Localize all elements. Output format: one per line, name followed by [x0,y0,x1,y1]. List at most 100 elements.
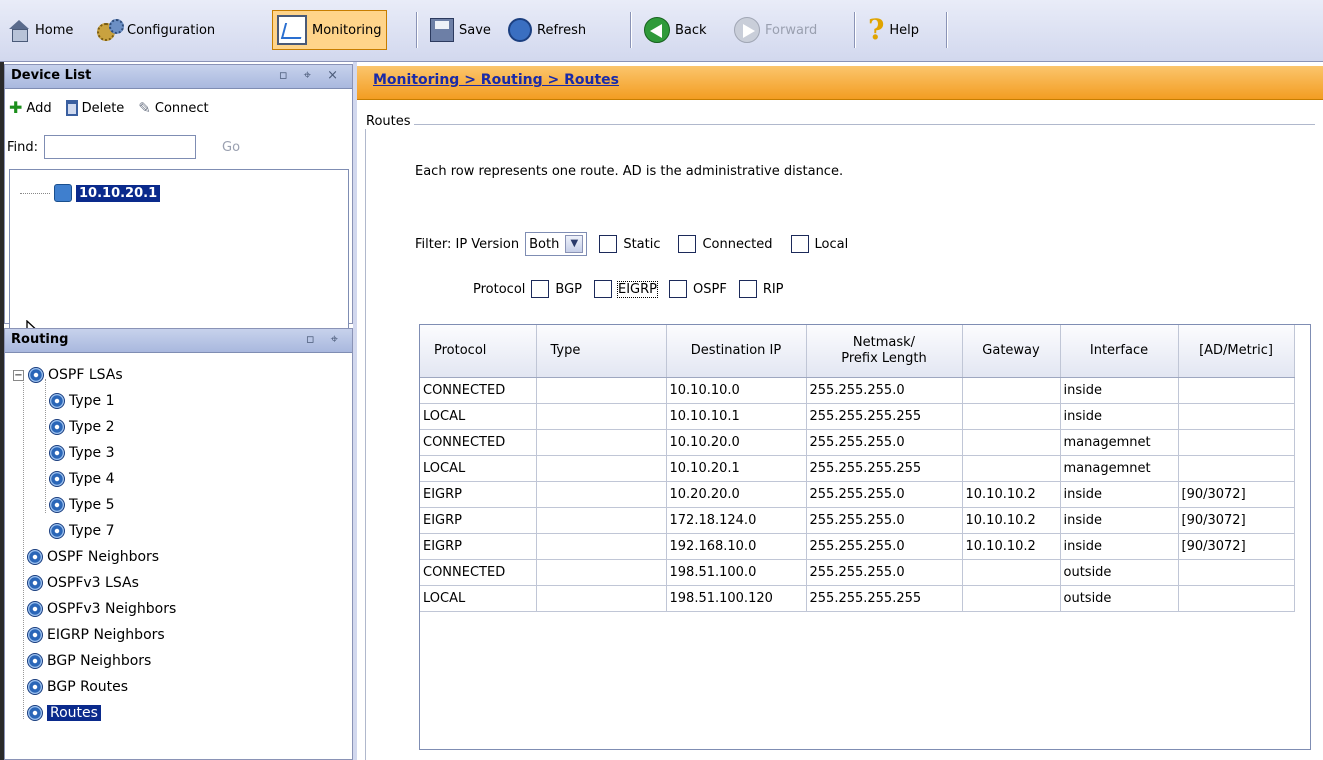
delete-device-button[interactable]: Delete [65,100,124,116]
table-row[interactable]: LOCAL 10.10.10.1 255.255.255.255 inside [420,403,1295,430]
table-cell: 255.255.255.0 [806,377,963,404]
column-header[interactable]: Destination IP [666,325,807,378]
tree-node-lsa-type[interactable]: Type 2 [49,415,115,439]
local-checkbox[interactable]: Local [790,235,855,253]
table-row[interactable]: EIGRP 172.18.124.0 255.255.255.0 10.10.10.2… [420,507,1295,534]
tree-node-routes[interactable]: Routes [27,701,101,725]
table-row[interactable]: CONNECTED 10.10.20.0 255.255.255.0 managemn… [420,429,1295,456]
tree-node-label: EIGRP Neighbors [47,627,165,643]
tree-node-lsa-type[interactable]: Type 7 [49,519,115,543]
table-cell: [90/3072] [1178,481,1295,508]
tree-node-eigrp-neighbors[interactable]: EIGRP Neighbors [27,623,165,647]
find-row: Find: Go [7,135,240,159]
floppy-disk-icon [430,18,454,42]
monitoring-button[interactable]: Monitoring [272,10,387,50]
add-device-button[interactable]: ✚ Add [9,100,52,116]
device-list-title: Device List [11,68,92,83]
checkbox-box[interactable] [599,235,618,253]
tree-node-ospf-lsas[interactable]: − OSPF LSAs [13,363,123,387]
forward-button[interactable]: Forward [730,10,821,50]
tree-node-lsa-type[interactable]: Type 3 [49,441,115,465]
table-cell: [90/3072] [1178,507,1295,534]
network-node-icon [27,679,43,695]
tree-node-bgp-routes[interactable]: BGP Routes [27,675,128,699]
home-button[interactable]: Home [4,10,77,50]
tree-node-label: Routes [47,705,101,721]
checkbox-box[interactable] [738,280,757,298]
table-row[interactable]: EIGRP 192.168.10.0 255.255.255.0 10.10.10.2… [420,533,1295,560]
device-list-panel: Device List ▫ ⌖ × ✚ Add Delete ✎ Connect… [4,64,353,361]
column-header[interactable]: Protocol [420,325,537,378]
checkbox-label: EIGRP [617,280,658,298]
help-button[interactable]: ? Help [864,10,923,50]
go-button[interactable]: Go [222,140,240,155]
checkbox-label: OSPF [693,281,727,297]
table-cell [536,507,667,534]
device-node[interactable]: 10.10.20.1 [20,184,161,202]
static-checkbox[interactable]: Static [599,235,666,253]
save-button[interactable]: Save [426,10,495,50]
rip-checkbox[interactable]: RIP [738,280,784,298]
find-label: Find: [7,139,39,155]
help-question-icon: ? [868,13,885,46]
table-row[interactable]: CONNECTED 10.10.10.0 255.255.255.0 inside [420,377,1295,404]
device-list-actions: ✚ Add Delete ✎ Connect [9,99,209,117]
table-row[interactable]: CONNECTED 198.51.100.0 255.255.255.0 outsid… [420,559,1295,586]
refresh-button[interactable]: Refresh [504,10,590,50]
column-header[interactable]: [AD/Metric] [1178,325,1295,378]
configuration-button[interactable]: Configuration [92,10,219,50]
ospf-checkbox[interactable]: OSPF [669,280,727,298]
tree-node-ospf-neighbors[interactable]: OSPF Neighbors [27,545,159,569]
table-cell: managemnet [1060,429,1179,456]
tree-node-lsa-type[interactable]: Type 5 [49,493,115,517]
routes-table: Protocol Type Destination IP Netmask/ Pr… [420,325,1295,612]
table-cell: outside [1060,585,1179,612]
connected-checkbox[interactable]: Connected [678,235,778,253]
column-header[interactable]: Type [536,325,667,378]
network-node-icon [49,471,65,487]
table-cell [962,429,1061,456]
table-row[interactable]: EIGRP 10.20.20.0 255.255.255.0 10.10.10.2 in… [420,481,1295,508]
back-button[interactable]: Back [640,10,711,50]
checkbox-box[interactable] [531,280,550,298]
column-header[interactable]: Gateway [962,325,1061,378]
tree-node-lsa-type[interactable]: Type 1 [49,389,115,413]
table-cell: [90/3072] [1178,533,1295,560]
table-cell: 10.10.20.1 [666,455,807,482]
network-node-icon [27,653,43,669]
table-cell: LOCAL [420,403,537,430]
collapse-icon[interactable]: − [13,369,24,381]
table-cell [962,585,1061,612]
tree-node-bgp-neighbors[interactable]: BGP Neighbors [27,649,151,673]
plug-icon: ✎ [138,99,151,117]
find-input[interactable] [44,135,197,159]
forward-arrow-icon [734,17,760,43]
tree-node-lsa-type[interactable]: Type 4 [49,467,115,491]
tree-node-ospfv3-neighbors[interactable]: OSPFv3 Neighbors [27,597,176,621]
table-cell: inside [1060,481,1179,508]
table-cell: 10.20.20.0 [666,481,807,508]
table-row[interactable]: LOCAL 10.10.20.1 255.255.255.255 managemnet [420,455,1295,482]
panel-window-controls[interactable]: ▫ ⌖ × [279,68,344,83]
checkbox-box[interactable] [594,280,612,298]
checkbox-box[interactable] [790,235,809,253]
table-cell: EIGRP [420,533,537,560]
table-cell: 255.255.255.0 [806,429,963,456]
table-row[interactable]: LOCAL 198.51.100.120 255.255.255.255 outsid… [420,585,1295,612]
eigrp-checkbox[interactable]: EIGRP [594,280,658,298]
column-header[interactable]: Interface [1060,325,1179,378]
toolbar-separator [416,12,418,48]
connect-device-button[interactable]: ✎ Connect [138,99,208,117]
breadcrumb[interactable]: Monitoring > Routing > Routes [373,72,619,88]
checkbox-box[interactable] [669,280,687,298]
tree-node-ospfv3-lsas[interactable]: OSPFv3 LSAs [27,571,139,595]
checkbox-box[interactable] [678,235,697,253]
bgp-checkbox[interactable]: BGP [531,280,582,298]
table-cell [536,403,667,430]
home-label: Home [35,22,74,38]
column-header[interactable]: Netmask/ Prefix Length [806,325,963,378]
panel-window-controls[interactable]: ▫ ⌖ [306,332,344,347]
table-cell [536,455,667,482]
ip-version-select[interactable]: Both ▼ [525,232,588,256]
main-content: Monitoring > Routing > Routes Routes Eac… [357,62,1323,760]
